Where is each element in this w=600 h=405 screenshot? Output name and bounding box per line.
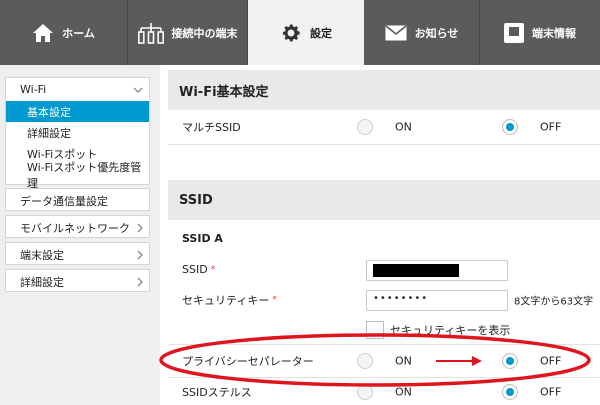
sidebar-group-wifi: Wi-Fi 基本設定 詳細設定 Wi-Fiスポット Wi-Fiスポット優先度管理 [5, 77, 150, 190]
tab-home[interactable]: ホーム [0, 0, 128, 65]
ssid-stealth-on-label: ON [395, 385, 412, 399]
tab-connected-devices-label: 接続中の端末 [171, 26, 238, 40]
ssid-stealth-off-radio[interactable] [502, 384, 518, 400]
ssid-input[interactable] [366, 259, 508, 281]
security-key-row: セキュリティキー * •••••••• 8文字から63文字 [168, 286, 600, 313]
tab-home-label: ホーム [62, 26, 95, 40]
chevron-right-icon [137, 250, 143, 259]
tab-settings-label: 設定 [310, 26, 332, 40]
privacy-separator-row: プライバシーセパレーター ON OFF [168, 345, 600, 378]
gear-icon [280, 22, 302, 44]
ssid-stealth-row: SSIDステルス ON OFF [168, 378, 600, 405]
ssid-a-heading: SSID A [168, 220, 600, 256]
multi-ssid-off-radio[interactable] [502, 119, 518, 135]
ssid-label: SSID [182, 263, 208, 276]
security-key-input[interactable]: •••••••• [366, 289, 508, 311]
tab-notices[interactable]: お知らせ [364, 0, 480, 65]
mail-icon [385, 24, 407, 41]
multi-ssid-on-label: ON [395, 120, 412, 134]
privacy-separator-off-radio[interactable] [502, 353, 518, 369]
privacy-separator-on-label: ON [395, 354, 412, 368]
top-navigation: ホーム 接続中の端末 設定 お知らせ 端末情報 [0, 0, 600, 65]
sidebar-item-wifi-spot-priority[interactable]: Wi-Fiスポット優先度管理 [6, 161, 149, 190]
sidebar-item-label: データ通信量設定 [20, 194, 108, 208]
sidebar-item-label: Wi-Fiスポット優先度管理 [27, 160, 142, 190]
home-icon [32, 23, 54, 43]
section-title-wifi-basic: Wi-Fi基本設定 [168, 70, 600, 110]
sidebar-item-wifi[interactable]: Wi-Fi [6, 78, 149, 101]
sidebar-item-wifi-label: Wi-Fi [20, 83, 47, 96]
privacy-separator-on-radio[interactable] [357, 353, 373, 369]
ssid-stealth-label: SSIDステルス [182, 386, 252, 399]
section-title-ssid: SSID [168, 180, 600, 220]
sidebar: Wi-Fi 基本設定 詳細設定 Wi-Fiスポット Wi-Fiスポット優先度管理… [0, 65, 160, 405]
sidebar-item-advanced-settings[interactable]: 詳細設定 [5, 269, 150, 292]
tab-connected-devices[interactable]: 接続中の端末 [128, 0, 248, 65]
sidebar-item-label: 基本設定 [27, 105, 71, 119]
multi-ssid-off-label: OFF [540, 120, 562, 134]
sidebar-item-data-usage[interactable]: データ通信量設定 [5, 188, 150, 211]
multi-ssid-on-radio[interactable] [357, 119, 373, 135]
show-key-checkbox[interactable] [366, 321, 384, 339]
privacy-separator-label: プライバシーセパレーター [182, 355, 314, 368]
tab-notices-label: お知らせ [414, 26, 459, 40]
chevron-down-icon [133, 87, 143, 93]
required-mark: * [210, 264, 216, 275]
sidebar-item-label: 端末設定 [20, 248, 64, 262]
multi-ssid-row: マルチSSID ON OFF [168, 110, 600, 145]
privacy-separator-off-label: OFF [540, 354, 562, 368]
security-key-label: セキュリティキー [182, 293, 270, 307]
sidebar-item-device-settings[interactable]: 端末設定 [5, 242, 150, 265]
chevron-right-icon [137, 223, 143, 232]
tab-settings[interactable]: 設定 [248, 0, 364, 65]
sidebar-item-label: 詳細設定 [20, 275, 64, 289]
tab-device-info-label: 端末情報 [532, 26, 576, 40]
required-mark: * [272, 294, 277, 305]
devices-icon [137, 22, 164, 44]
redacted-ssid-value [373, 263, 459, 277]
show-key-row: セキュリティキーを表示 [168, 316, 600, 345]
ssid-row: SSID * [168, 256, 600, 283]
chevron-right-icon [137, 277, 143, 286]
sidebar-item-basic-settings[interactable]: 基本設定 [6, 101, 149, 122]
sidebar-item-detail-settings[interactable]: 詳細設定 [6, 122, 149, 143]
tab-device-info[interactable]: 端末情報 [480, 0, 600, 65]
ssid-stealth-off-label: OFF [540, 385, 562, 399]
device-info-icon [504, 22, 524, 43]
sidebar-item-label: モバイルネットワーク [20, 221, 130, 235]
security-key-value: •••••••• [373, 292, 429, 304]
security-key-hint: 8文字から63文字 [514, 296, 594, 307]
multi-ssid-label: マルチSSID [182, 121, 241, 134]
main-content: Wi-Fi基本設定 マルチSSID ON OFF SSID SSID A SSI… [160, 65, 600, 405]
show-key-label: セキュリティキーを表示 [390, 324, 511, 337]
sidebar-item-label: 詳細設定 [27, 126, 71, 140]
ssid-a-label: SSID A [182, 231, 223, 245]
sidebar-item-mobile-network[interactable]: モバイルネットワーク [5, 215, 150, 238]
ssid-stealth-on-radio[interactable] [357, 384, 373, 400]
